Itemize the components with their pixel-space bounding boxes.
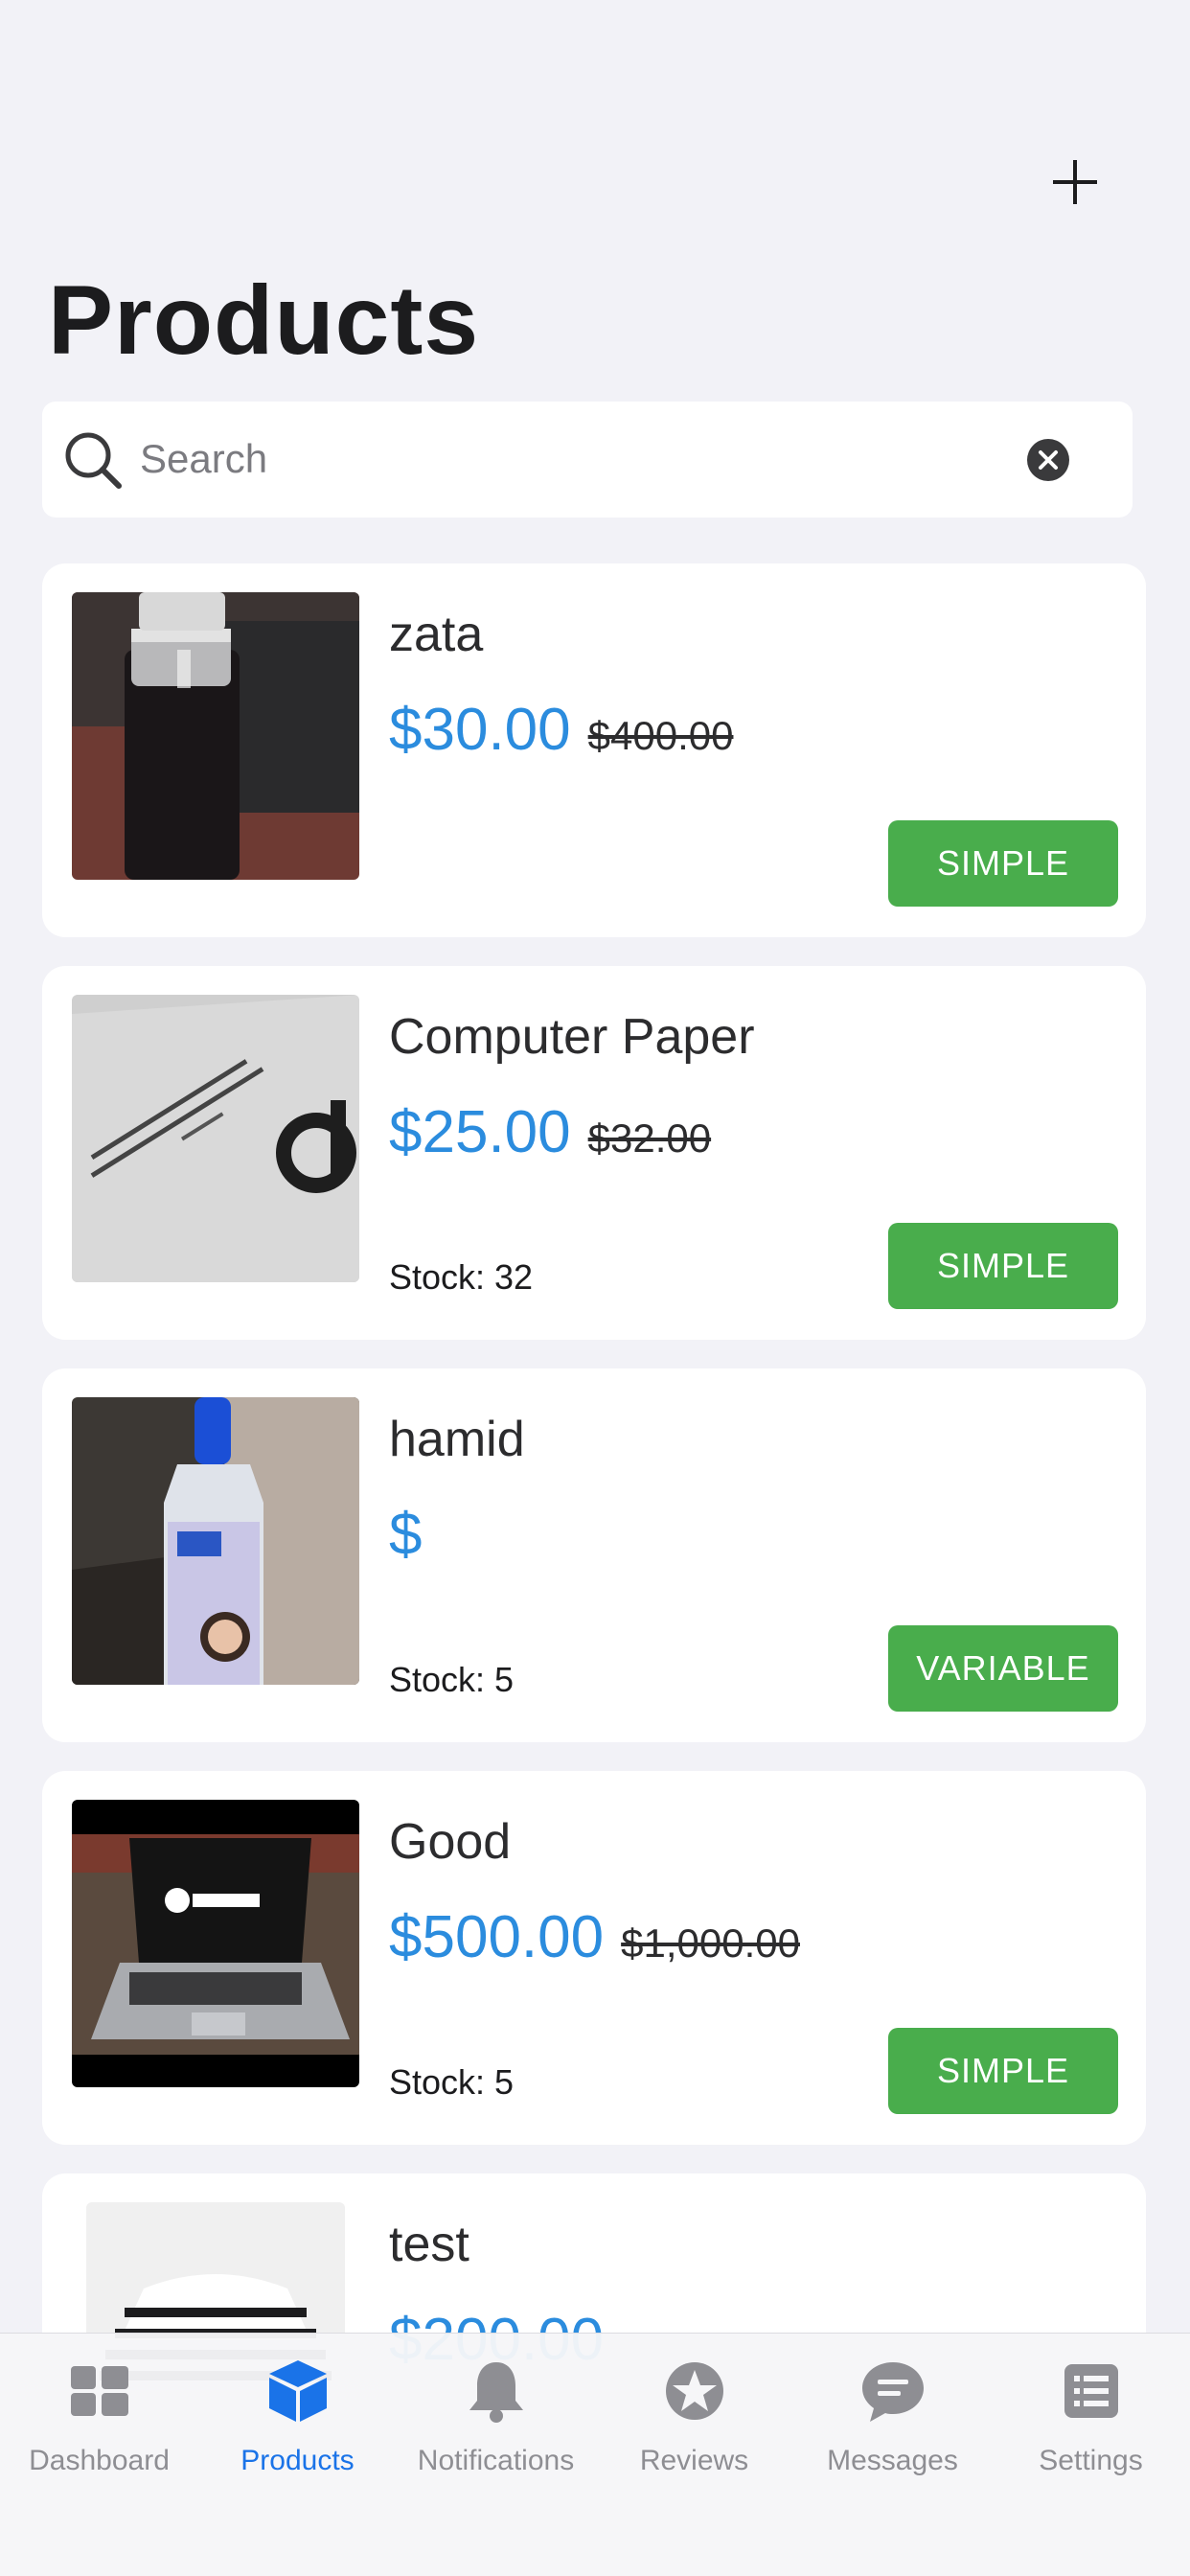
- add-product-button[interactable]: [1044, 151, 1106, 213]
- price-row: $25.00 $32.00: [389, 1098, 711, 1166]
- clear-icon[interactable]: [1027, 439, 1069, 481]
- bell-icon: [469, 2362, 523, 2423]
- tab-label: Notifications: [417, 2445, 575, 2476]
- tab-label: Dashboard: [29, 2445, 170, 2476]
- tab-dashboard[interactable]: Dashboard: [0, 2351, 198, 2504]
- product-image: [72, 1397, 359, 1685]
- product-card[interactable]: Computer Paper $25.00 $32.00 Stock: 32 S…: [42, 966, 1146, 1340]
- tab-notifications[interactable]: Notifications: [397, 2351, 595, 2504]
- product-name: Computer Paper: [389, 1009, 755, 1065]
- tab-messages[interactable]: Messages: [793, 2351, 992, 2504]
- product-card[interactable]: hamid $ Stock: 5 VARIABLE: [42, 1368, 1146, 1742]
- product-type-badge[interactable]: VARIABLE: [888, 1625, 1118, 1712]
- tab-reviews[interactable]: Reviews: [595, 2351, 793, 2504]
- regular-price: $1,000.00: [621, 1920, 800, 1966]
- search-bar[interactable]: [42, 402, 1133, 518]
- product-image: [72, 592, 359, 880]
- product-type-badge[interactable]: SIMPLE: [888, 1223, 1118, 1309]
- tab-label: Reviews: [639, 2445, 749, 2476]
- search-input[interactable]: [140, 425, 1041, 494]
- product-card[interactable]: Good $500.00 $1,000.00 Stock: 5 SIMPLE: [42, 1771, 1146, 2145]
- product-type-badge[interactable]: SIMPLE: [888, 2028, 1118, 2114]
- list-icon: [1064, 2364, 1118, 2418]
- product-card[interactable]: zata $30.00 $400.00 SIMPLE: [42, 564, 1146, 937]
- stock-label: Stock: 32: [389, 1257, 534, 1297]
- star-icon: [665, 2362, 723, 2420]
- search-icon: [65, 432, 122, 489]
- tab-label: Messages: [827, 2445, 958, 2476]
- price-row: $: [389, 1501, 422, 1569]
- tab-label: Products: [240, 2445, 355, 2476]
- product-name: hamid: [389, 1412, 525, 1467]
- dashboard-icon: [70, 2366, 128, 2416]
- stock-label: Stock: 5: [389, 1660, 515, 1699]
- price-row: $30.00 $400.00: [389, 696, 733, 764]
- tab-products[interactable]: Products: [198, 2351, 397, 2504]
- tab-label: Settings: [1039, 2445, 1143, 2476]
- plus-icon: [1053, 160, 1097, 204]
- product-name: zata: [389, 607, 484, 662]
- sale-price: $30.00: [389, 697, 571, 763]
- product-image: [72, 1800, 359, 2087]
- sale-price: $25.00: [389, 1099, 571, 1165]
- tab-settings[interactable]: Settings: [992, 2351, 1190, 2504]
- product-image: [72, 995, 359, 1282]
- sale-price: $500.00: [389, 1904, 605, 1970]
- price-row: $500.00 $1,000.00: [389, 1903, 800, 1971]
- product-name: test: [389, 2217, 469, 2272]
- sale-price: $: [389, 1502, 423, 1568]
- product-type-badge[interactable]: SIMPLE: [888, 820, 1118, 907]
- cube-icon: [268, 2360, 327, 2422]
- chat-bubble-icon: [861, 2362, 924, 2422]
- product-name: Good: [389, 1814, 512, 1870]
- regular-price: $32.00: [587, 1116, 712, 1161]
- page-title: Products: [48, 265, 480, 375]
- stock-label: Stock: 5: [389, 2062, 515, 2102]
- tab-bar: Dashboard Products Notifications Reviews…: [0, 2333, 1190, 2576]
- regular-price: $400.00: [587, 713, 734, 758]
